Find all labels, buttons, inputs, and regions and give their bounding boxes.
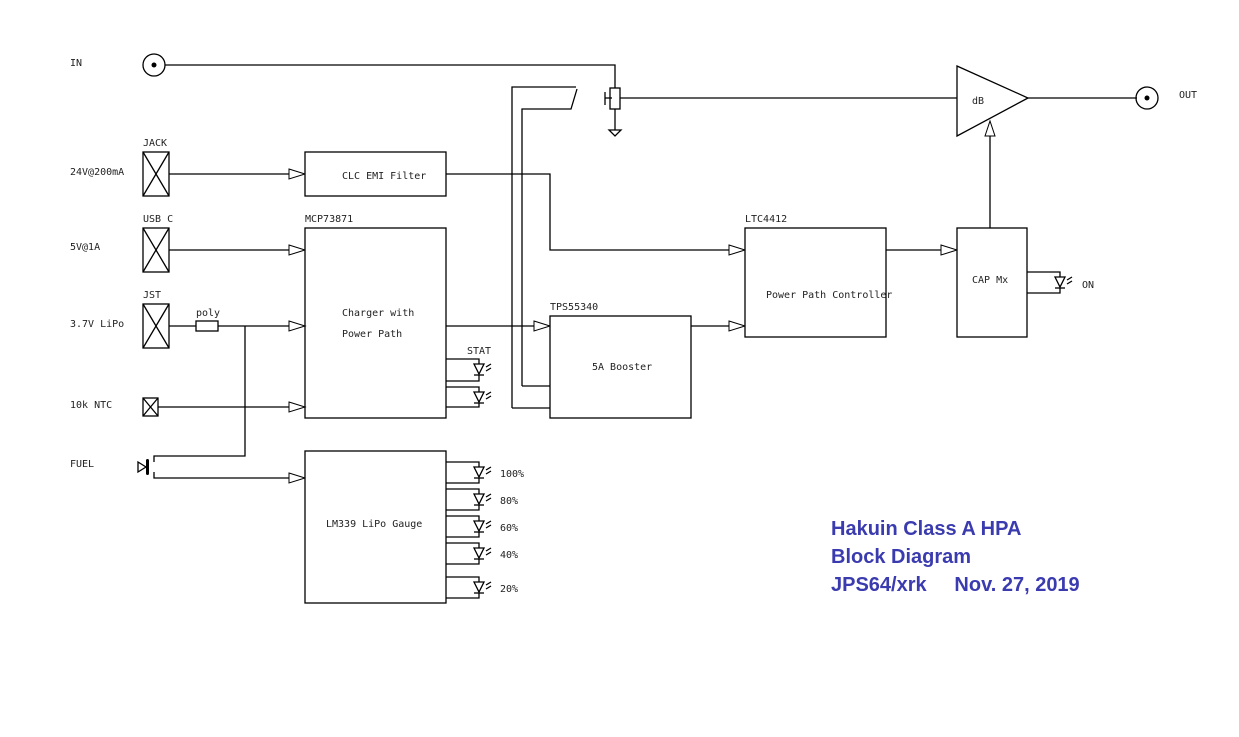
usbc-connector-icon bbox=[142, 227, 170, 273]
on-label: ON bbox=[1082, 280, 1094, 291]
gauge-led-60-icon: 60% bbox=[446, 515, 518, 538]
amplifier-icon: dB bbox=[956, 64, 1030, 138]
charger-part: MCP73871 bbox=[305, 214, 353, 225]
poly-label: poly bbox=[196, 308, 220, 319]
charger-block bbox=[304, 227, 447, 419]
emi-filter-label: CLC EMI Filter bbox=[342, 171, 426, 182]
arrow-icon bbox=[288, 401, 307, 413]
title-line-2: Block Diagram bbox=[831, 546, 971, 568]
arrow-icon bbox=[940, 244, 959, 256]
stat-led-1-icon bbox=[446, 358, 492, 382]
ppc-part: LTC4412 bbox=[745, 214, 787, 225]
potentiometer-icon bbox=[604, 87, 623, 137]
jst-connector-icon bbox=[142, 303, 170, 349]
label-jack-spec: 24V@200mA bbox=[70, 167, 124, 178]
label-usbc-spec: 5V@1A bbox=[70, 242, 100, 253]
polyfuse-icon bbox=[195, 320, 219, 332]
arrow-icon bbox=[288, 168, 307, 180]
arrow-icon bbox=[288, 320, 307, 332]
gauge-led-20-icon: 20% bbox=[446, 576, 518, 599]
label-jst: JST bbox=[143, 290, 161, 301]
on-led-icon bbox=[1027, 271, 1073, 294]
wire-in bbox=[165, 64, 616, 88]
label-jst-spec: 3.7V LiPo bbox=[70, 319, 124, 330]
ppc-block bbox=[744, 227, 887, 338]
amplifier-label: dB bbox=[972, 96, 984, 107]
in-connector-icon bbox=[142, 53, 166, 77]
arrow-icon bbox=[288, 244, 307, 256]
title-line-3: JPS64/xrk Nov. 27, 2019 bbox=[831, 574, 1080, 596]
gauge-label: LM339 LiPo Gauge bbox=[326, 519, 422, 530]
label-out: OUT bbox=[1179, 90, 1197, 101]
gauge-level-label: 80% bbox=[500, 496, 518, 507]
arrow-icon bbox=[288, 472, 307, 484]
fuel-switch-icon bbox=[137, 459, 289, 479]
label-ntc: 10k NTC bbox=[70, 400, 112, 411]
gauge-led-40-icon: 40% bbox=[446, 542, 518, 565]
label-fuel: FUEL bbox=[70, 459, 94, 470]
gauge-led-100-icon: 100% bbox=[446, 461, 524, 484]
arrow-icon bbox=[728, 320, 747, 332]
gauge-level-label: 60% bbox=[500, 523, 518, 534]
label-in: IN bbox=[70, 58, 82, 69]
wire-switch-to-booster bbox=[512, 385, 550, 409]
arrow-icon bbox=[728, 244, 747, 256]
stat-label: STAT bbox=[467, 346, 491, 357]
cap-label: CAP Mx bbox=[972, 275, 1008, 286]
ground-icon bbox=[607, 129, 623, 137]
booster-label: 5A Booster bbox=[592, 362, 652, 373]
title-line-1: Hakuin Class A HPA bbox=[831, 518, 1021, 540]
block-diagram: IN dB OUT JACK 24V@200mA CLC EMI Filter bbox=[70, 53, 1197, 604]
arrow-icon bbox=[984, 119, 996, 137]
label-usbc: USB C bbox=[143, 214, 173, 225]
booster-part: TPS55340 bbox=[550, 302, 598, 313]
charger-label-1: Charger with bbox=[342, 308, 414, 319]
ntc-connector-icon bbox=[142, 397, 159, 417]
charger-label-2: Power Path bbox=[342, 329, 402, 340]
gauge-level-label: 100% bbox=[500, 469, 524, 480]
arrow-icon bbox=[533, 320, 552, 332]
ppc-label: Power Path Controller bbox=[766, 290, 892, 301]
gauge-level-label: 40% bbox=[500, 550, 518, 561]
stat-led-2-icon bbox=[446, 386, 492, 408]
out-connector-icon bbox=[1135, 86, 1159, 110]
wire-emi-to-ppc bbox=[446, 173, 729, 251]
gauge-led-80-icon: 80% bbox=[446, 488, 518, 511]
gauge-level-label: 20% bbox=[500, 584, 518, 595]
label-jack: JACK bbox=[143, 138, 167, 149]
jack-connector-icon bbox=[142, 151, 170, 197]
